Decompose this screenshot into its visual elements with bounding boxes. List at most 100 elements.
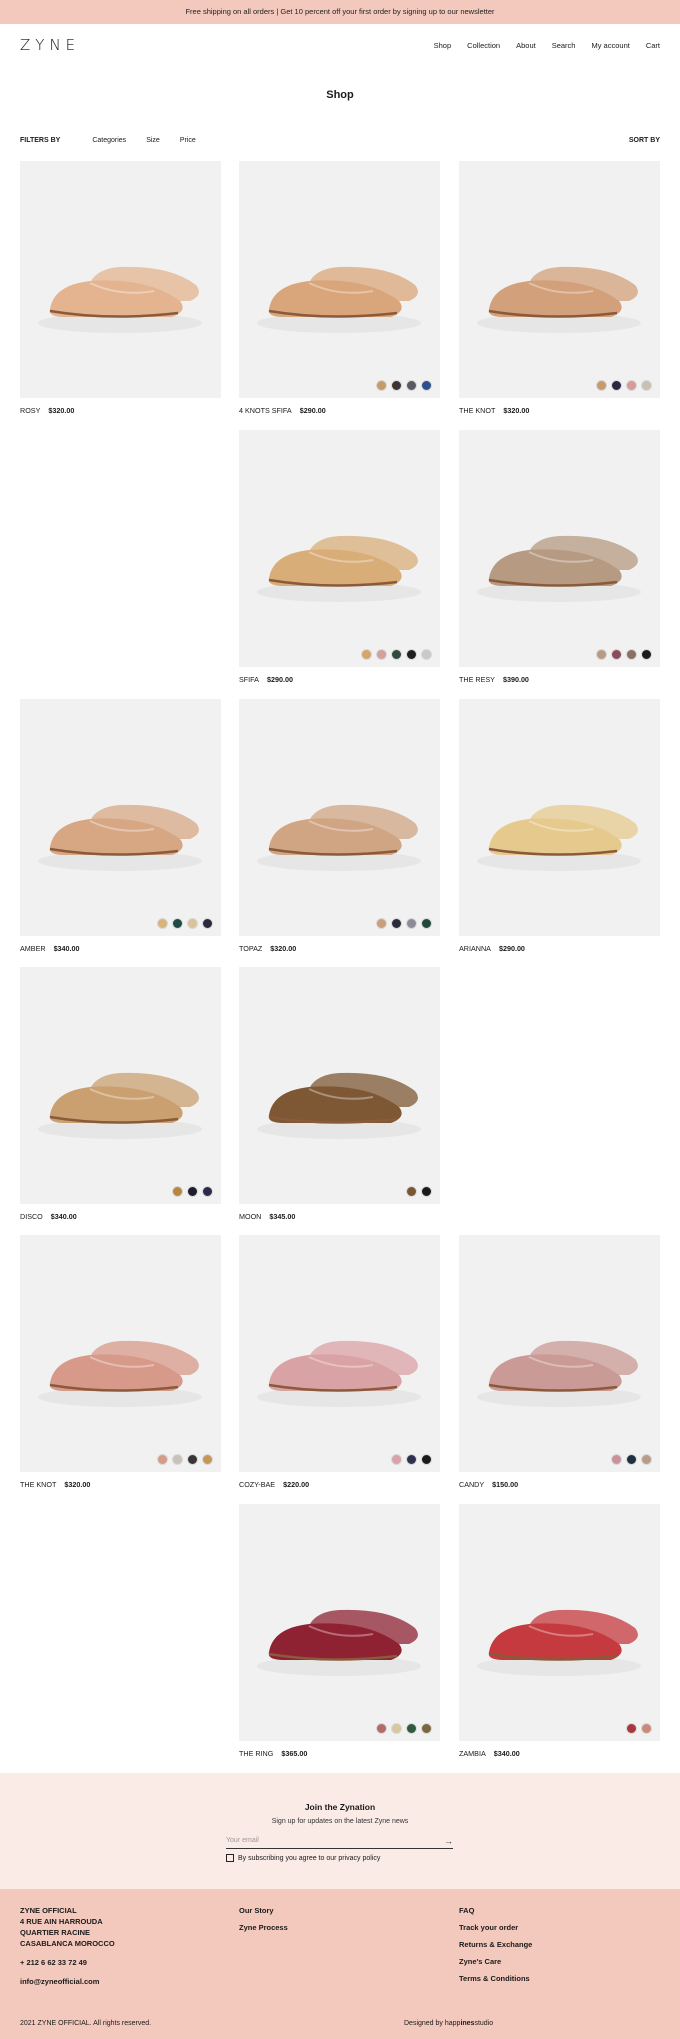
color-swatch[interactable] [172,918,183,929]
product-image[interactable] [239,967,440,1204]
product-card[interactable]: CANDY $150.00 [459,1235,660,1489]
color-swatch[interactable] [187,1454,198,1465]
product-name[interactable]: THE RING [239,1749,273,1758]
color-swatch[interactable] [202,918,213,929]
product-image[interactable] [459,161,660,398]
color-swatch[interactable] [391,649,402,660]
product-image[interactable] [20,1235,221,1472]
product-name[interactable]: COZY-BAE [239,1480,275,1489]
sort-by-button[interactable]: SORT BY [629,137,660,144]
nav-collection[interactable]: Collection [467,41,500,50]
product-card[interactable]: THE RING $365.00 [239,1504,440,1758]
product-image[interactable] [459,1235,660,1472]
product-name[interactable]: THE KNOT [20,1480,56,1489]
color-swatch[interactable] [406,1186,417,1197]
consent-checkbox[interactable] [226,1854,234,1862]
color-swatch[interactable] [611,1454,622,1465]
footer-link-our-story[interactable]: Our Story [239,1905,288,1916]
color-swatch[interactable] [611,380,622,391]
product-name[interactable]: ZAMBIA [459,1749,486,1758]
product-name[interactable]: ROSY [20,406,40,415]
nav-shop[interactable]: Shop [434,41,452,50]
color-swatch[interactable] [421,1723,432,1734]
color-swatch[interactable] [406,1454,417,1465]
product-name[interactable]: SFIFA [239,675,259,684]
color-swatch[interactable] [391,1454,402,1465]
color-swatch[interactable] [376,649,387,660]
product-name[interactable]: ARIANNA [459,944,491,953]
submit-arrow-icon[interactable]: → [444,1833,453,1849]
color-swatch[interactable] [376,918,387,929]
color-swatch[interactable] [172,1186,183,1197]
footer-link-terms[interactable]: Terms & Conditions [459,1973,532,1984]
color-swatch[interactable] [626,649,637,660]
color-swatch[interactable] [596,649,607,660]
color-swatch[interactable] [376,1723,387,1734]
product-card[interactable]: THE KNOT $320.00 [20,1235,221,1489]
color-swatch[interactable] [406,918,417,929]
product-name[interactable]: THE RESY [459,675,495,684]
color-swatch[interactable] [187,918,198,929]
product-card[interactable]: TOPAZ $320.00 [239,699,440,953]
color-swatch[interactable] [172,1454,183,1465]
product-card[interactable]: ROSY $320.00 [20,161,221,415]
color-swatch[interactable] [376,380,387,391]
product-image[interactable] [20,967,221,1204]
color-swatch[interactable] [361,649,372,660]
color-swatch[interactable] [421,1454,432,1465]
product-card[interactable]: THE KNOT $320.00 [459,161,660,415]
color-swatch[interactable] [187,1186,198,1197]
color-swatch[interactable] [626,380,637,391]
footer-link-returns[interactable]: Returns & Exchange [459,1939,532,1950]
privacy-consent[interactable]: By subscribing you agree to our privacy … [226,1854,380,1862]
color-swatch[interactable] [641,1454,652,1465]
footer-link-zyne-process[interactable]: Zyne Process [239,1922,288,1933]
color-swatch[interactable] [641,649,652,660]
footer-link-track-order[interactable]: Track your order [459,1922,532,1933]
color-swatch[interactable] [596,380,607,391]
color-swatch[interactable] [406,649,417,660]
color-swatch[interactable] [202,1454,213,1465]
color-swatch[interactable] [641,1723,652,1734]
color-swatch[interactable] [626,1454,637,1465]
filter-categories[interactable]: Categories [92,137,126,144]
product-card[interactable]: SFIFA $290.00 [239,430,440,684]
product-image[interactable] [459,430,660,667]
color-swatch[interactable] [406,1723,417,1734]
product-card[interactable]: ARIANNA $290.00 [459,699,660,953]
filter-price[interactable]: Price [180,137,196,144]
product-card[interactable]: ZAMBIA $340.00 [459,1504,660,1758]
product-card[interactable]: 4 KNOTS SFIFA $290.00 [239,161,440,415]
product-image[interactable] [459,699,660,936]
color-swatch[interactable] [202,1186,213,1197]
product-card[interactable]: DISCO $340.00 [20,967,221,1221]
product-image[interactable] [459,1504,660,1741]
color-swatch[interactable] [421,1186,432,1197]
footer-link-care[interactable]: Zyne's Care [459,1956,532,1967]
product-name[interactable]: DISCO [20,1212,43,1221]
email-input[interactable]: Your email → [226,1833,453,1849]
color-swatch[interactable] [406,380,417,391]
product-image[interactable] [239,430,440,667]
color-swatch[interactable] [391,918,402,929]
color-swatch[interactable] [626,1723,637,1734]
product-image[interactable] [20,699,221,936]
nav-my-account[interactable]: My account [591,41,629,50]
product-name[interactable]: MOON [239,1212,261,1221]
product-name[interactable]: TOPAZ [239,944,262,953]
color-swatch[interactable] [157,1454,168,1465]
color-swatch[interactable] [421,918,432,929]
color-swatch[interactable] [421,380,432,391]
product-image[interactable] [239,161,440,398]
product-name[interactable]: THE KNOT [459,406,495,415]
designed-by[interactable]: Designed by happinesstudio [404,2020,493,2027]
footer-email[interactable]: info@zyneofficial.com [20,1976,115,1987]
logo[interactable]: ZYNE [20,36,80,54]
product-image[interactable] [239,1504,440,1741]
product-name[interactable]: CANDY [459,1480,484,1489]
footer-phone[interactable]: + 212 6 62 33 72 49 [20,1957,115,1968]
product-card[interactable]: MOON $345.00 [239,967,440,1221]
color-swatch[interactable] [391,380,402,391]
product-image[interactable] [239,1235,440,1472]
product-card[interactable]: AMBER $340.00 [20,699,221,953]
